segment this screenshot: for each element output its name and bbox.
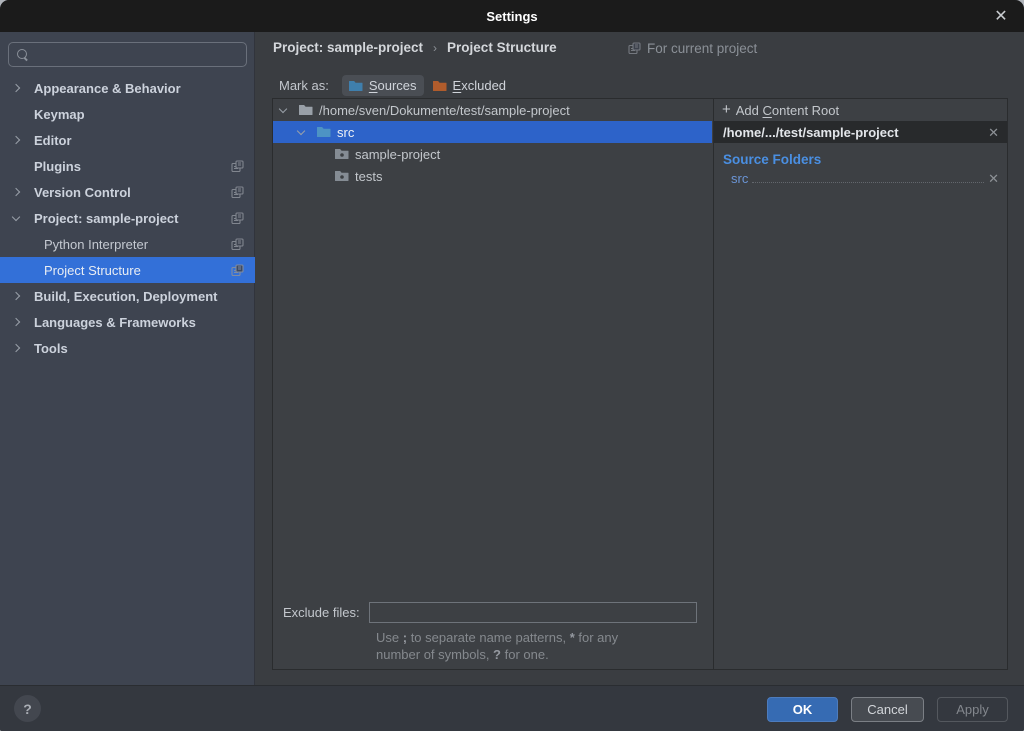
sidebar-item-python-interpreter[interactable]: Python Interpreter <box>0 231 255 257</box>
shared-settings-icon <box>231 186 244 199</box>
chevron-right-icon <box>12 292 20 300</box>
content-root-tree: /home/sven/Dokumente/test/sample-project… <box>273 99 712 669</box>
breadcrumb-separator: › <box>433 41 437 55</box>
remove-content-root-icon[interactable]: ✕ <box>988 126 999 139</box>
folder-icon <box>335 170 349 182</box>
content-root-path: /home/.../test/sample-project <box>723 125 899 140</box>
tree-row-label: tests <box>355 169 382 184</box>
folder-icon <box>335 148 349 160</box>
sidebar-item-tools[interactable]: Tools <box>0 335 255 361</box>
chevron-down-icon <box>12 212 20 220</box>
close-icon[interactable]: ✕ <box>988 0 1014 32</box>
sidebar-item-plugins[interactable]: Plugins <box>0 153 255 179</box>
add-content-root-button[interactable]: + Add Content Root <box>714 99 1007 121</box>
tree-row-sample-project[interactable]: sample-project <box>273 143 712 165</box>
mark-as-label: Mark as: <box>279 78 329 93</box>
sidebar-tree: Appearance & Behavior Keymap Editor Plug… <box>0 75 255 361</box>
chevron-right-icon <box>12 188 20 196</box>
remove-source-folder-icon[interactable]: ✕ <box>988 172 999 185</box>
sidebar-item-label: Keymap <box>34 107 85 122</box>
sidebar-item-label: Plugins <box>34 159 81 174</box>
source-folder-icon <box>349 80 363 92</box>
mark-excluded-button[interactable]: Excluded <box>426 75 513 96</box>
add-content-root-label: Add Content Root <box>736 103 839 118</box>
sidebar-item-label: Languages & Frameworks <box>34 315 196 330</box>
exclude-files-input[interactable] <box>369 602 697 623</box>
sidebar-item-project-sample-project[interactable]: Project: sample-project <box>0 205 255 231</box>
sidebar-item-label: Appearance & Behavior <box>34 81 181 96</box>
exclude-files-hint: Use ; to separate name patterns, * for a… <box>376 629 706 663</box>
sidebar-item-version-control[interactable]: Version Control <box>0 179 255 205</box>
project-structure-panel: /home/sven/Dokumente/test/sample-project… <box>272 98 1008 670</box>
settings-sidebar: Appearance & Behavior Keymap Editor Plug… <box>0 32 255 685</box>
main-content: Project: sample-project › Project Struct… <box>256 32 1024 685</box>
footer-bar: ? OK Cancel Apply <box>0 685 1024 731</box>
sidebar-item-label: Project Structure <box>44 263 141 278</box>
breadcrumb-project[interactable]: Project: sample-project <box>273 40 423 55</box>
excluded-folder-icon <box>433 80 447 92</box>
breadcrumb-page: Project Structure <box>447 40 557 55</box>
shared-settings-icon <box>628 42 641 55</box>
search-box[interactable] <box>8 42 247 67</box>
tree-row-content-root[interactable]: /home/sven/Dokumente/test/sample-project <box>273 99 712 121</box>
cancel-button[interactable]: Cancel <box>851 697 924 722</box>
shared-settings-icon <box>231 160 244 173</box>
sidebar-item-label: Tools <box>34 341 68 356</box>
help-button[interactable]: ? <box>14 695 41 722</box>
chevron-down-icon[interactable] <box>297 126 305 134</box>
mark-as-toolbar: Mark as: Sources Excluded <box>279 75 513 96</box>
sidebar-item-label: Python Interpreter <box>44 237 148 252</box>
chevron-right-icon <box>12 136 20 144</box>
folder-icon <box>299 104 313 116</box>
settings-dialog: Settings ✕ Appearance & Behavior Keymap … <box>0 0 1024 731</box>
scope-note: For current project <box>628 41 757 56</box>
exclude-files-label: Exclude files: <box>283 605 360 620</box>
chevron-down-icon[interactable] <box>279 104 287 112</box>
tree-row-label: /home/sven/Dokumente/test/sample-project <box>319 103 570 118</box>
sidebar-item-keymap[interactable]: Keymap <box>0 101 255 127</box>
shared-settings-icon <box>231 212 244 225</box>
source-folders-title: Source Folders <box>723 152 1007 167</box>
footer-buttons: OK Cancel Apply <box>767 697 1008 722</box>
mark-sources-button[interactable]: Sources <box>342 75 424 96</box>
dotted-leader <box>752 171 984 183</box>
sidebar-item-editor[interactable]: Editor <box>0 127 255 153</box>
search-input[interactable] <box>36 47 226 62</box>
apply-button[interactable]: Apply <box>937 697 1008 722</box>
question-icon: ? <box>23 701 32 717</box>
ok-button[interactable]: OK <box>767 697 838 722</box>
tree-row-label: src <box>337 125 354 140</box>
sidebar-item-languages-frameworks[interactable]: Languages & Frameworks <box>0 309 255 335</box>
exclude-files-section: Exclude files: Use ; to separate name pa… <box>273 602 712 663</box>
shared-settings-icon <box>231 264 244 277</box>
breadcrumb: Project: sample-project › Project Struct… <box>273 40 557 55</box>
tree-row-src[interactable]: src <box>273 121 712 143</box>
sidebar-item-label: Project: sample-project <box>34 211 179 226</box>
sidebar-item-label: Version Control <box>34 185 131 200</box>
sidebar-item-label: Build, Execution, Deployment <box>34 289 217 304</box>
dialog-title: Settings <box>486 9 537 24</box>
source-folder-icon <box>317 126 331 138</box>
search-icon <box>17 49 29 61</box>
source-folder-name: src <box>731 171 748 186</box>
sidebar-item-label: Editor <box>34 133 72 148</box>
sidebar-item-project-structure[interactable]: Project Structure <box>0 257 255 283</box>
source-folder-entry[interactable]: src ✕ <box>731 171 999 186</box>
sidebar-item-build-execution-deployment[interactable]: Build, Execution, Deployment <box>0 283 255 309</box>
sidebar-item-appearance-behavior[interactable]: Appearance & Behavior <box>0 75 255 101</box>
title-bar: Settings ✕ <box>0 0 1024 32</box>
tree-row-tests[interactable]: tests <box>273 165 712 187</box>
excluded-label: Excluded <box>453 78 506 93</box>
scope-note-label: For current project <box>647 41 757 56</box>
chevron-right-icon <box>12 84 20 92</box>
tree-row-label: sample-project <box>355 147 440 162</box>
shared-settings-icon <box>231 238 244 251</box>
chevron-right-icon <box>12 318 20 326</box>
plus-icon: + <box>722 101 731 118</box>
sources-label: Sources <box>369 78 417 93</box>
chevron-right-icon <box>12 344 20 352</box>
content-root-entry[interactable]: /home/.../test/sample-project ✕ <box>714 121 1007 143</box>
content-roots-panel: + Add Content Root /home/.../test/sample… <box>713 99 1007 669</box>
